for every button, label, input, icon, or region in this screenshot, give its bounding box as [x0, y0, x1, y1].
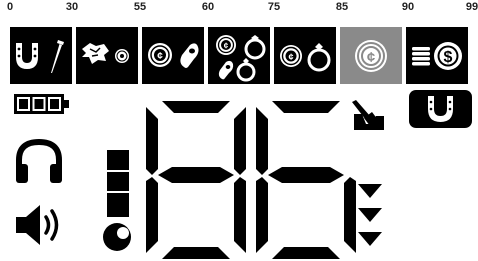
coin-stack-icon: [412, 47, 430, 66]
depth-indicator: [358, 184, 382, 246]
horseshoe-icon: [16, 43, 38, 69]
pull-tab-icon: [180, 43, 199, 68]
notch-2-icons: [82, 43, 129, 64]
signal-strength-meter: [103, 150, 131, 251]
coin-icon: ¢: [148, 43, 172, 67]
ring-icon: [244, 35, 266, 60]
signal-bar-3: [107, 150, 129, 170]
shovel-icon: [352, 100, 384, 130]
svg-text:¢: ¢: [288, 52, 293, 62]
pull-tab-icon: [218, 60, 234, 80]
notch-7-icons: $: [412, 42, 462, 70]
nail-icon: [51, 40, 64, 73]
scale-label-99: 99: [465, 1, 478, 13]
headphones-icon: [16, 138, 62, 183]
svg-text:¢: ¢: [157, 51, 163, 62]
scale-label-90: 90: [401, 1, 415, 13]
svg-text:$: $: [444, 49, 453, 66]
target-id-digit-1: [146, 101, 246, 259]
notch-6-highlighted[interactable]: ¢: [340, 27, 402, 84]
horseshoe-icon: [428, 96, 453, 122]
small-coin-icon: [115, 49, 129, 63]
battery-icon: [14, 94, 69, 114]
notch-5[interactable]: ¢: [274, 27, 336, 84]
notch-6-icons: ¢: [355, 40, 387, 72]
notch-5-icons: ¢: [280, 43, 331, 72]
scale-label-55: 55: [133, 1, 147, 13]
notch-1-icons: [16, 40, 64, 73]
coin-icon: ¢: [280, 45, 302, 67]
depth-arrow-2: [358, 208, 382, 222]
scale-label-75: 75: [267, 1, 281, 13]
dollar-coin-icon: $: [434, 42, 462, 70]
depth-arrow-1: [358, 184, 382, 198]
coin-icon: ¢: [355, 40, 387, 72]
svg-text:¢: ¢: [367, 49, 375, 66]
scale-label-85: 85: [335, 1, 349, 13]
notch-1[interactable]: [10, 27, 72, 84]
ring-icon: [236, 58, 256, 82]
scale-label-30: 30: [65, 1, 79, 13]
signal-knob-icon: [103, 223, 131, 251]
notch-4[interactable]: ¢: [208, 27, 270, 84]
notch-4-icons: ¢: [216, 35, 266, 82]
scale-label-60: 60: [201, 1, 215, 13]
speaker-icon: [16, 205, 59, 245]
signal-bar-2: [107, 172, 129, 191]
target-id-digit-2: [256, 101, 356, 259]
notch-3[interactable]: ¢: [142, 27, 204, 84]
mode-indicator: [409, 90, 472, 128]
scale-label-0: 0: [6, 1, 14, 13]
ring-icon: [307, 43, 331, 72]
svg-text:¢: ¢: [224, 42, 229, 51]
notch-3-icons: ¢: [148, 43, 199, 68]
foil-icon: [82, 43, 109, 64]
notch-discrimination-bar: ¢ ¢ ¢ ¢ $: [10, 27, 476, 84]
notch-7[interactable]: $: [406, 27, 468, 84]
coin-icon: ¢: [216, 35, 236, 55]
notch-2[interactable]: [76, 27, 138, 84]
target-id-display: 86: [146, 101, 356, 259]
depth-arrow-3: [358, 232, 382, 246]
signal-bar-1: [107, 193, 129, 217]
